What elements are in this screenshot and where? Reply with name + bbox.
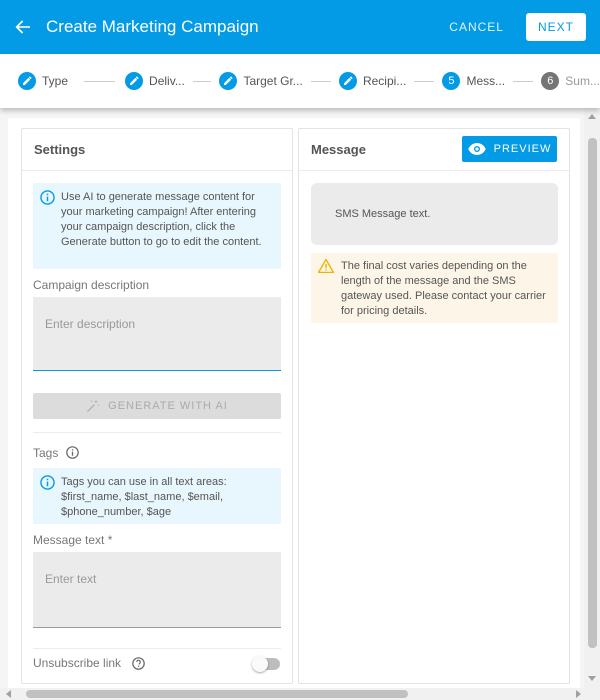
campaign-stepper: Type Deliv... Target Gr... Recipi... 5 M… bbox=[0, 54, 600, 108]
step-delivery[interactable]: Deliv... bbox=[125, 72, 185, 90]
cost-warning-text: The final cost varies depending on the l… bbox=[341, 260, 546, 317]
tags-help-icon[interactable] bbox=[66, 446, 79, 462]
sms-preview-bubble: SMS Message text. bbox=[311, 183, 558, 245]
pencil-icon bbox=[338, 72, 357, 90]
tags-label: Tags bbox=[33, 446, 59, 460]
step-type[interactable]: Type bbox=[18, 72, 68, 90]
app-header: Create Marketing Campaign CANCEL NEXT bbox=[0, 0, 600, 54]
step-label: Recipi... bbox=[362, 74, 407, 88]
scroll-thumb[interactable] bbox=[26, 690, 408, 698]
scroll-right-arrow[interactable] bbox=[576, 690, 581, 698]
step-label: Deliv... bbox=[149, 74, 185, 88]
content-area: Settings Use AI to generate message cont… bbox=[8, 118, 580, 688]
pencil-icon bbox=[125, 72, 144, 90]
step-connector bbox=[192, 80, 212, 82]
step-message[interactable]: 5 Mess... bbox=[442, 72, 505, 90]
step-connector bbox=[414, 80, 435, 82]
description-input[interactable]: Enter description bbox=[33, 297, 281, 371]
message-panel: Message PREVIEW SMS Message text. The fi… bbox=[298, 128, 570, 684]
preview-button[interactable]: PREVIEW bbox=[462, 136, 557, 162]
tags-info-text: Tags you can use in all text areas: $fir… bbox=[61, 476, 227, 518]
divider bbox=[33, 432, 281, 433]
next-button[interactable]: NEXT bbox=[525, 13, 586, 41]
unsubscribe-toggle[interactable] bbox=[252, 656, 280, 672]
message-text-label: Message text * bbox=[33, 533, 113, 547]
description-label: Campaign description bbox=[33, 278, 150, 292]
generate-with-ai-button[interactable]: GENERATE WITH AI bbox=[33, 393, 281, 419]
step-target-group[interactable]: Target Gr... bbox=[219, 72, 303, 90]
step-label: Target Gr... bbox=[243, 74, 303, 88]
step-connector bbox=[84, 80, 116, 82]
step-summary[interactable]: 6 Sum... bbox=[541, 72, 600, 90]
scroll-left-arrow[interactable] bbox=[6, 690, 11, 698]
step-connector bbox=[310, 80, 331, 82]
ai-info-box: Use AI to generate message content for y… bbox=[33, 183, 281, 269]
generate-label: GENERATE WITH AI bbox=[108, 400, 228, 412]
settings-title: Settings bbox=[22, 129, 292, 171]
step-number: 5 bbox=[442, 72, 461, 90]
cost-warning-box: The final cost varies depending on the l… bbox=[311, 253, 558, 323]
info-icon bbox=[33, 468, 61, 524]
arrow-left-icon bbox=[15, 20, 30, 34]
preview-label: PREVIEW bbox=[493, 143, 552, 155]
help-circle-icon[interactable] bbox=[132, 657, 145, 673]
vertical-scrollbar[interactable] bbox=[584, 108, 600, 688]
scroll-thumb[interactable] bbox=[588, 138, 597, 648]
pencil-icon bbox=[219, 72, 238, 90]
sms-text: SMS Message text. bbox=[335, 208, 431, 220]
message-text-input[interactable]: Enter text bbox=[33, 552, 281, 628]
magic-wand-icon bbox=[87, 400, 100, 412]
divider bbox=[33, 648, 281, 649]
eye-icon bbox=[467, 143, 486, 155]
info-icon bbox=[33, 183, 61, 269]
tags-info-box: Tags you can use in all text areas: $fir… bbox=[33, 468, 281, 524]
horizontal-scrollbar[interactable] bbox=[0, 688, 600, 700]
back-button[interactable] bbox=[0, 0, 46, 54]
settings-panel: Settings Use AI to generate message cont… bbox=[21, 128, 293, 684]
unsubscribe-label: Unsubscribe link bbox=[33, 656, 122, 670]
pencil-icon bbox=[18, 72, 36, 90]
step-number: 6 bbox=[541, 72, 560, 90]
toggle-knob bbox=[252, 656, 268, 672]
cancel-button[interactable]: CANCEL bbox=[449, 20, 504, 34]
ai-info-text: Use AI to generate message content for y… bbox=[61, 191, 262, 248]
scroll-up-arrow[interactable] bbox=[588, 114, 596, 119]
step-recipients[interactable]: Recipi... bbox=[338, 72, 407, 90]
step-label: Sum... bbox=[565, 74, 600, 88]
scroll-down-arrow[interactable] bbox=[588, 676, 596, 681]
step-connector bbox=[513, 80, 534, 82]
step-label: Mess... bbox=[466, 74, 506, 88]
step-label: Type bbox=[42, 74, 69, 88]
page-title: Create Marketing Campaign bbox=[46, 17, 259, 36]
warning-icon bbox=[311, 253, 341, 323]
